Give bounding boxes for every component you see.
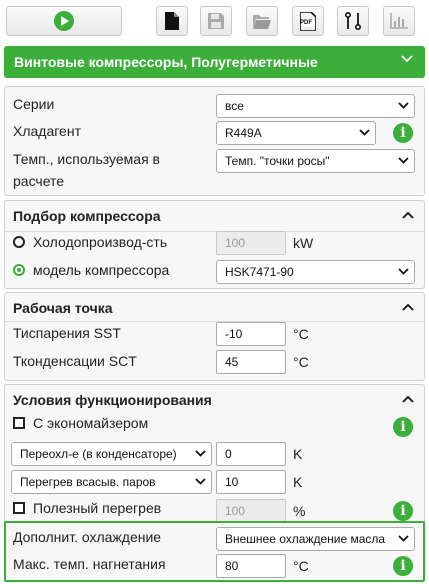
pdf-export-button[interactable]: PDF <box>292 6 324 36</box>
operating-conditions-title: Условия функционирования <box>13 392 212 408</box>
useful-superheat-input[interactable]: 100 <box>216 499 286 523</box>
capacity-radio[interactable] <box>13 236 25 248</box>
new-document-button[interactable] <box>156 6 188 36</box>
sct-label: Тконденсации SCT <box>13 353 137 369</box>
refrigerant-value: R449A <box>225 126 262 140</box>
toolbar: PDF <box>0 0 429 42</box>
temp-calc-select[interactable]: Темп. "точки росы" <box>216 149 415 173</box>
superheat-unit: K <box>293 474 303 490</box>
temp-calc-label-line1: Темп., используемая в <box>13 151 160 167</box>
compare-button[interactable] <box>337 6 369 36</box>
model-select[interactable]: HSK7471-90 <box>216 260 415 284</box>
series-label: Серии <box>13 96 55 112</box>
chevron-down-icon <box>398 157 409 164</box>
operating-point-title: Рабочая точка <box>13 300 113 316</box>
play-icon <box>54 11 74 31</box>
capacity-unit: kW <box>293 235 314 251</box>
chevron-down-icon <box>398 268 409 275</box>
model-radio[interactable] <box>13 264 25 276</box>
collapse-icon[interactable] <box>402 211 414 219</box>
general-settings-panel: Серии все Хладагент R449A i Темп., испол… <box>4 86 425 196</box>
temp-calc-label-line2: расчете <box>13 173 65 189</box>
useful-superheat-label: Полезный перегрев <box>33 500 162 516</box>
useful-superheat-checkbox[interactable] <box>13 502 25 514</box>
compressor-selection-panel: Подбор компрессора Холодопроизвод-сть 10… <box>4 200 425 289</box>
sst-unit: °C <box>293 326 309 342</box>
sst-label: Тиспарения SST <box>13 325 121 341</box>
series-value: все <box>225 99 244 113</box>
compressor-selection-title: Подбор компрессора <box>13 208 161 224</box>
save-button[interactable] <box>200 6 232 36</box>
refrigerant-select[interactable]: R449A <box>216 121 376 145</box>
useful-superheat-info-icon[interactable]: i <box>393 501 413 521</box>
chevron-down-icon <box>195 450 206 457</box>
chevron-down-icon <box>398 102 409 109</box>
refrigerant-info-icon[interactable]: i <box>393 123 413 143</box>
refrigerant-label: Хладагент <box>13 123 81 139</box>
capacity-label: Холодопроизвод-сть <box>33 234 168 250</box>
temp-calc-value: Темп. "точки росы" <box>225 154 330 168</box>
compare-icon <box>345 12 361 30</box>
subcooling-input[interactable]: 0 <box>216 442 286 466</box>
operating-point-panel: Рабочая точка Тиспарения SST -10 °C Ткон… <box>4 292 425 381</box>
sct-unit: °C <box>293 354 309 370</box>
capacity-input[interactable]: 100 <box>216 231 286 255</box>
series-select[interactable]: все <box>216 94 415 118</box>
economizer-label: С экономайзером <box>33 415 149 431</box>
compressor-type-title: Винтовые компрессоры, Полугерметичные <box>14 54 318 70</box>
open-folder-icon <box>253 14 271 29</box>
subcooling-type-value: Переохл-е (в конденсаторе) <box>20 447 177 461</box>
chart-icon <box>390 13 408 29</box>
subcooling-type-select[interactable]: Переохл-е (в конденсаторе) <box>11 442 212 466</box>
chart-button[interactable] <box>383 6 415 36</box>
highlight-frame <box>4 521 425 582</box>
open-folder-button[interactable] <box>246 6 278 36</box>
sst-input[interactable]: -10 <box>216 322 286 346</box>
collapse-icon[interactable] <box>402 395 414 403</box>
economizer-info-icon[interactable]: i <box>393 417 413 437</box>
sct-input[interactable]: 45 <box>216 350 286 374</box>
save-icon <box>208 13 224 29</box>
superheat-type-select[interactable]: Перегрев всасыв. паров <box>11 470 212 494</box>
superheat-input[interactable]: 10 <box>216 470 286 494</box>
run-calculation-button[interactable] <box>6 6 122 36</box>
new-document-icon <box>165 12 179 30</box>
chevron-down-icon <box>401 55 413 63</box>
economizer-checkbox[interactable] <box>13 417 25 429</box>
model-value: HSK7471-90 <box>225 265 294 279</box>
compressor-type-selector[interactable]: Винтовые компрессоры, Полугерметичные <box>4 46 425 78</box>
useful-superheat-unit: % <box>293 503 306 519</box>
subcooling-unit: K <box>293 446 303 462</box>
pdf-label: PDF <box>300 20 312 26</box>
chevron-down-icon <box>195 478 206 485</box>
superheat-type-value: Перегрев всасыв. паров <box>20 475 156 489</box>
chevron-down-icon <box>359 129 370 136</box>
model-label: модель компрессора <box>33 262 170 278</box>
collapse-icon[interactable] <box>402 303 414 311</box>
